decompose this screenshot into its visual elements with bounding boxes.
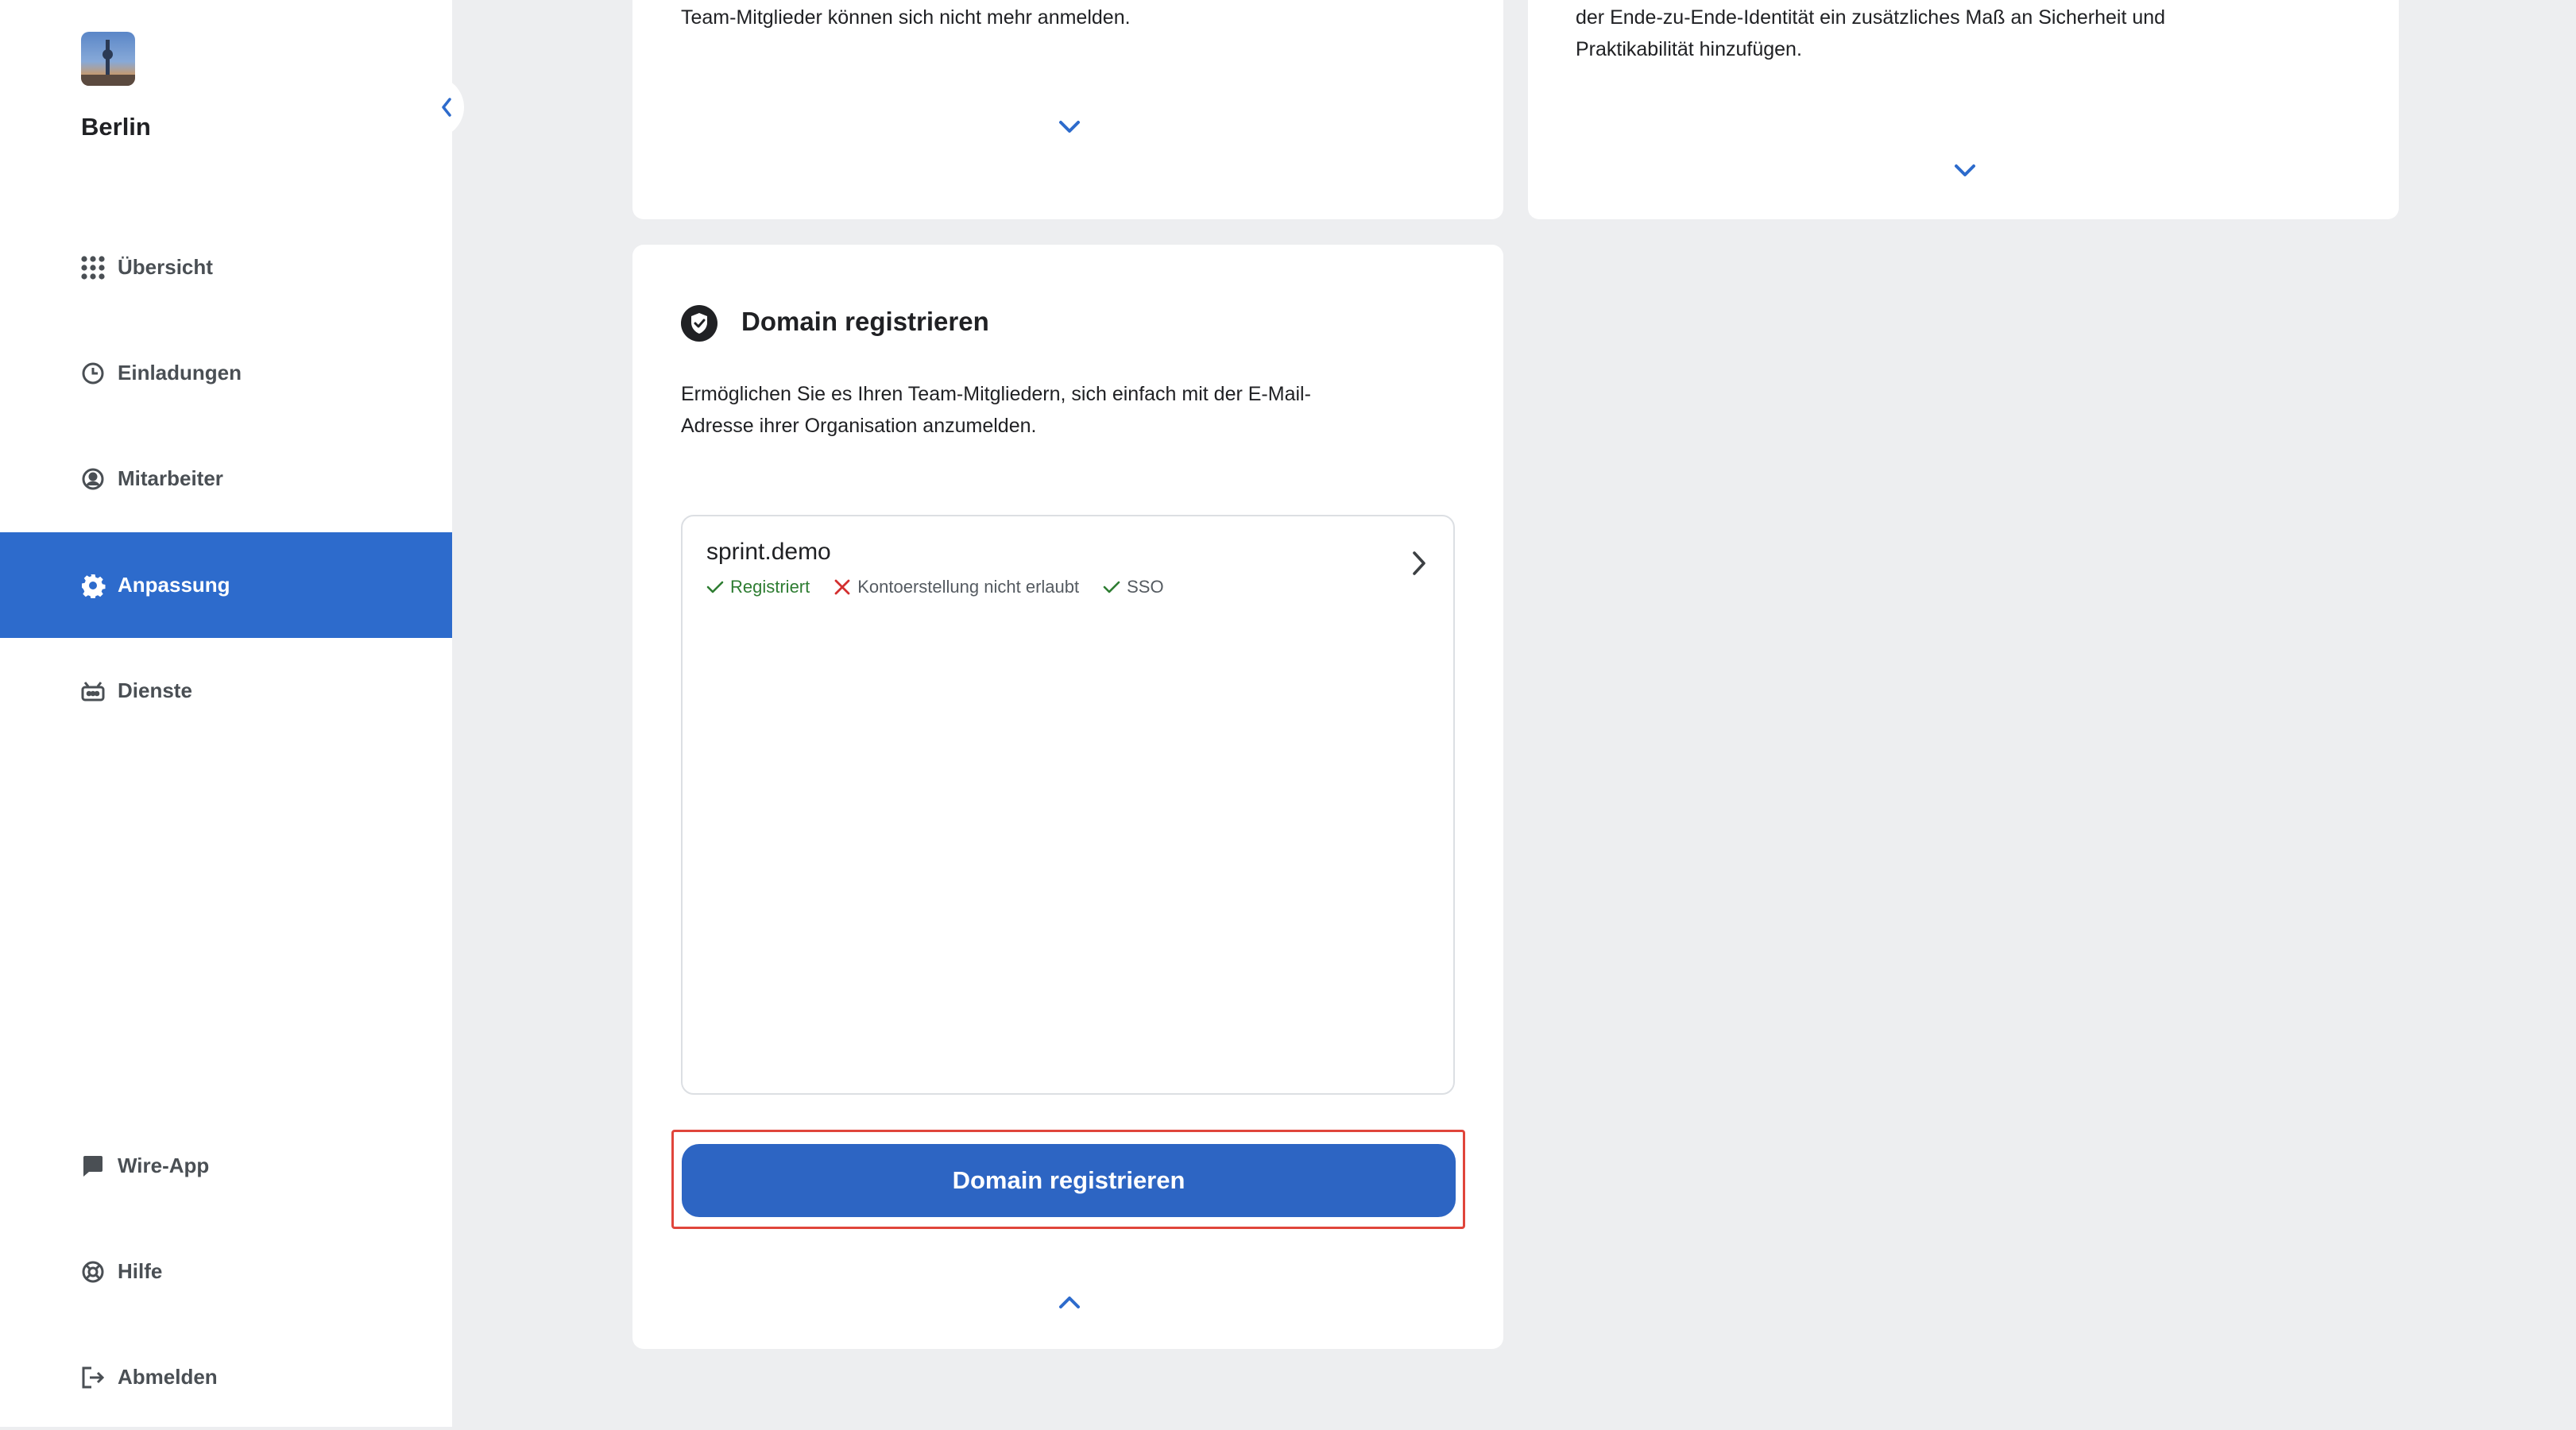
collapse-sidebar-button[interactable] [429,76,464,138]
sidebar-item-label: Einladungen [118,361,242,385]
card-left-top-text: Team-Mitglieder können sich nicht mehr a… [681,6,1131,29]
close-icon [834,579,850,595]
register-domain-button[interactable]: Domain registrieren [682,1144,1456,1217]
chevron-down-icon[interactable] [1058,119,1081,135]
check-icon [1103,581,1120,593]
sidebar-item-label: Mitarbeiter [118,466,223,490]
team-name: Berlin [81,113,151,141]
robot-icon [79,678,106,705]
domain-list: sprint.demo Registriert Kontoerstellung … [681,515,1455,1095]
clock-icon [79,360,106,387]
sidebar-item-services[interactable]: Dienste [0,638,452,744]
sidebar-item-label: Hilfe [118,1259,163,1283]
sidebar-item-label: Abmelden [118,1365,218,1389]
team-logo [81,32,135,86]
chevron-right-icon [1413,551,1425,575]
grid-icon [79,254,106,281]
card-right-top-line1: der Ende-zu-Ende-Identität ein zusätzlic… [1576,6,2166,29]
sidebar: Berlin Übersicht Einladungen Mitarbeiter [0,0,452,1427]
card-right-top-line2: Praktikabilität hinzufügen. [1576,38,1802,60]
sidebar-item-label: Anpassung [118,573,230,597]
user-circle-icon [79,466,106,493]
section-description-line2: Adresse ihrer Organisation anzumelden. [681,415,1037,437]
status-registered-label: Registriert [730,577,810,597]
gear-icon [79,572,106,599]
shield-check-icon [681,305,717,342]
status-badge-sso: SSO [1103,577,1164,597]
sidebar-item-help[interactable]: Hilfe [0,1219,452,1324]
chevron-down-icon[interactable] [1953,163,1977,179]
sidebar-item-label: Wire-App [118,1154,210,1177]
check-icon [706,581,724,593]
sidebar-item-invitations[interactable]: Einladungen [0,320,452,426]
domain-list-item[interactable]: sprint.demo Registriert Kontoerstellung … [683,516,1453,612]
chat-bubble-icon [79,1153,106,1180]
status-account-creation-label: Kontoerstellung nicht erlaubt [857,577,1080,597]
status-sso-label: SSO [1127,577,1164,597]
sidebar-item-label: Dienste [118,678,192,702]
status-badge-registered: Registriert [706,577,810,597]
sidebar-item-logout[interactable]: Abmelden [0,1324,452,1430]
lifebuoy-icon [79,1258,106,1285]
domain-name: sprint.demo [706,539,831,565]
status-badge-account-creation: Kontoerstellung nicht erlaubt [834,577,1079,597]
chevron-left-icon [442,98,451,117]
sidebar-item-members[interactable]: Mitarbeiter [0,426,452,531]
section-description-line1: Ermöglichen Sie es Ihren Team-Mitglieder… [681,383,1311,405]
sidebar-item-wire-app[interactable]: Wire-App [0,1113,452,1219]
sidebar-item-label: Übersicht [118,255,213,279]
sidebar-item-customization[interactable]: Anpassung [0,532,452,638]
section-title: Domain registrieren [741,307,989,336]
domain-status-tags: Registriert Kontoerstellung nicht erlaub… [706,577,1188,597]
sidebar-item-overview[interactable]: Übersicht [0,214,452,320]
chevron-up-icon[interactable] [1058,1294,1081,1310]
logout-icon [79,1364,106,1391]
